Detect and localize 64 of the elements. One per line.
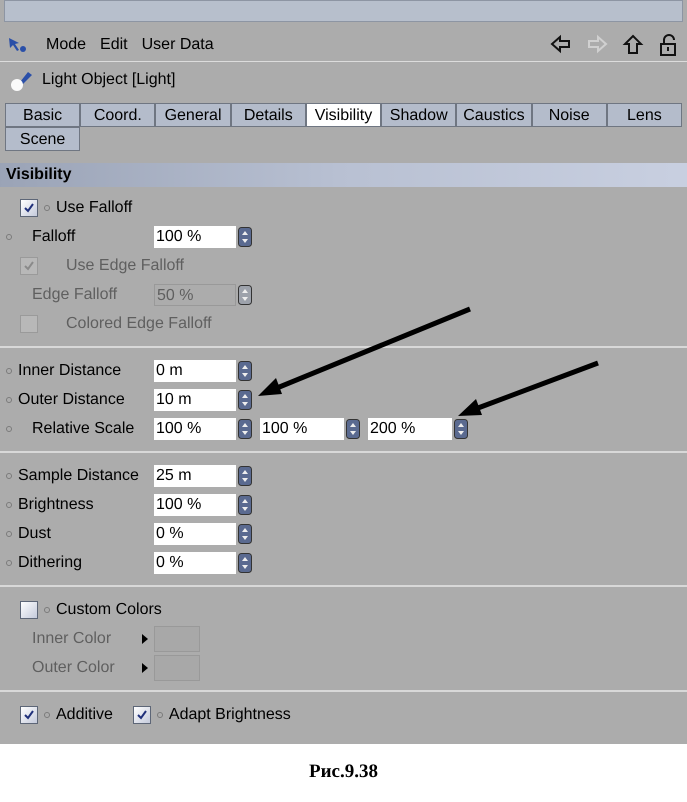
checkbox-label: Custom Colors [56,600,162,620]
spinner-icon[interactable] [238,494,252,514]
spinner-icon[interactable] [238,466,252,486]
field-label: Inner Color [31,628,112,648]
checkbox-label: Colored Edge Falloff [66,314,212,334]
checkbox[interactable] [132,706,151,724]
field-label: Dust [18,524,52,544]
checkbox[interactable] [20,198,38,216]
section-title: Visibility [6,165,72,185]
number-field[interactable]: 100 % [260,418,344,440]
number-field[interactable]: 100 % [154,226,236,248]
spinner-icon[interactable] [238,360,252,380]
check-icon [23,260,35,272]
scroll-bar[interactable] [4,0,683,22]
tab[interactable]: Lens [606,103,682,127]
checkbox-label: Adapt Brightness [168,704,291,724]
field-label: Dithering [18,552,84,572]
checkbox-label: Additive [56,704,113,724]
menu-item[interactable]: Mode [46,32,86,56]
number-field[interactable]: 0 % [154,522,236,544]
figure-caption: Рис.9.38 [309,760,378,784]
checkbox[interactable] [20,706,38,724]
spinner-icon[interactable] [238,552,252,572]
number-field[interactable]: 100 % [154,494,236,516]
number-field[interactable]: 10 m [154,388,236,410]
number-field[interactable]: 25 m [154,464,236,486]
spinner-icon[interactable] [238,524,252,544]
number-field[interactable]: 0 m [154,360,236,382]
field-label: Outer Color [31,658,116,678]
number-field[interactable]: 200 % [368,418,452,440]
menu-item[interactable]: User Data [142,32,214,56]
check-icon [23,202,35,214]
tab[interactable]: Visibility [306,103,382,127]
spinner-icon[interactable] [346,418,360,438]
spinner-icon[interactable] [238,226,252,246]
back-arrow-icon[interactable] [549,34,573,56]
tab[interactable]: Noise [532,103,607,127]
tab[interactable]: Caustics [456,103,532,127]
number-field[interactable]: 0 % [154,552,236,574]
checkbox-label: Use Edge Falloff [66,256,184,276]
field-label: Sample Distance [18,466,140,486]
spinner-icon[interactable] [238,390,252,410]
up-arrow-icon[interactable] [621,34,645,56]
field-label: Edge Falloff [31,284,118,304]
tab[interactable]: Details [230,103,306,127]
spinner-icon[interactable] [454,418,468,438]
tab[interactable]: General [155,103,231,127]
object-title: Light Object [Light] [42,70,176,90]
tab[interactable]: Shadow [381,103,456,127]
field-label: Inner Distance [18,360,122,380]
checkbox[interactable] [20,600,38,618]
menu-item[interactable]: Edit [100,32,128,56]
tab[interactable]: Basic [5,103,80,127]
field-label: Relative Scale [31,418,136,438]
field-label: Brightness [18,494,95,514]
checkbox-label: Use Falloff [56,198,132,218]
field-label: Falloff [31,226,76,246]
field-label: Outer Distance [18,390,126,410]
tab[interactable]: Scene [5,127,80,151]
tab[interactable]: Coord. [80,103,156,127]
check-icon [23,708,35,720]
check-icon [136,708,148,720]
spinner-icon[interactable] [238,418,252,438]
number-field[interactable]: 100 % [154,418,236,440]
